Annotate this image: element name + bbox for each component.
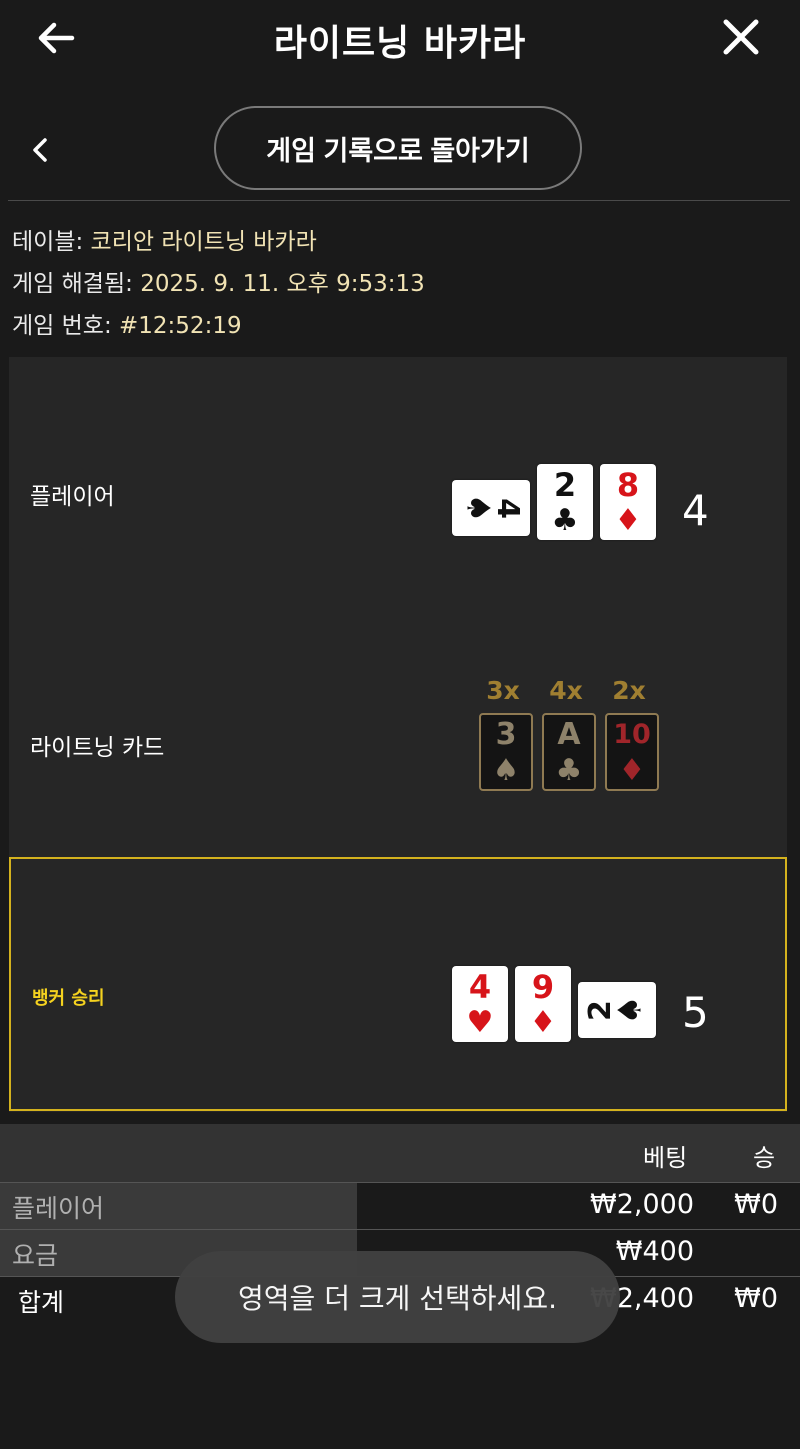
banker-score: 5 — [682, 988, 709, 1037]
banker-card-1: 4 ♥ — [452, 966, 508, 1042]
bet-table-header: 베팅 승 — [0, 1124, 800, 1182]
row-label: 요금 — [12, 1241, 59, 1270]
row-bet: ₩2,000 — [590, 1189, 694, 1220]
toast-message: 영역을 더 크게 선택하세요. — [175, 1251, 620, 1343]
column-bet: 베팅 — [643, 1144, 688, 1172]
multiplier-badge: 3x — [486, 676, 520, 705]
row-label: 합계 — [18, 1288, 65, 1317]
resolved-info-label: 게임 해결됨: — [12, 271, 133, 297]
player-label: 플레이어 — [30, 484, 115, 510]
club-icon: ♣ — [551, 503, 579, 538]
lightning-card-3: 10 ♦ — [605, 713, 659, 791]
back-to-history-button[interactable]: 게임 기록으로 돌아가기 — [214, 106, 582, 190]
card-rank: 10 — [613, 719, 651, 750]
table-info: 테이블: 코리안 라이트닝 바카라 — [12, 222, 317, 256]
card-rank: 9 — [531, 968, 555, 1006]
banker-highlight — [9, 857, 787, 1111]
row-win: ₩0 — [734, 1189, 778, 1220]
card-rank: 4 — [468, 968, 492, 1006]
game-number-info: 게임 번호: #12:52:19 — [12, 306, 242, 340]
player-card-3: 8 ♦ — [600, 464, 656, 540]
table-info-value: 코리안 라이트닝 바카라 — [90, 229, 317, 255]
resolved-info: 게임 해결됨: 2025. 9. 11. 오후 9:53:13 — [12, 264, 425, 298]
page-title: 라이트닝 바카라 — [273, 23, 527, 64]
row-win: ₩0 — [734, 1283, 778, 1314]
resolved-info-value: 2025. 9. 11. 오후 9:53:13 — [140, 271, 425, 297]
column-win: 승 — [753, 1144, 776, 1172]
player-card-1: ♠ 4 — [452, 480, 530, 536]
history-nav: 게임 기록으로 돌아가기 — [0, 100, 800, 200]
row-bet: ₩400 — [615, 1236, 694, 1267]
spade-icon: ♠ — [610, 995, 649, 1025]
spade-icon: ♠ — [492, 753, 520, 788]
player-score: 4 — [682, 486, 709, 535]
lightning-card-2: A ♣ — [542, 713, 596, 791]
diamond-icon: ♦ — [614, 503, 642, 538]
close-icon[interactable] — [722, 18, 760, 56]
card-rank: 4 — [489, 497, 525, 519]
lightning-card-1: 3 ♠ — [479, 713, 533, 791]
heart-icon: ♥ — [466, 1005, 494, 1040]
chevron-left-icon[interactable] — [28, 136, 52, 164]
multiplier-badge: 2x — [612, 676, 646, 705]
row-label: 플레이어 — [12, 1194, 105, 1223]
game-number-label: 게임 번호: — [12, 313, 112, 339]
banker-win-label: 뱅커 승리 — [32, 988, 105, 1009]
card-rank: A — [557, 717, 581, 752]
multiplier-badge: 4x — [549, 676, 583, 705]
card-rank: 8 — [616, 466, 640, 504]
diamond-icon: ♦ — [529, 1005, 557, 1040]
banker-card-3: 2 ♠ — [578, 982, 656, 1038]
divider — [8, 200, 790, 201]
lightning-label: 라이트닝 카드 — [30, 735, 165, 761]
club-icon: ♣ — [555, 753, 583, 788]
card-rank: 3 — [495, 717, 517, 752]
diamond-icon: ♦ — [618, 753, 646, 788]
card-rank: 2 — [553, 466, 577, 504]
game-number-value: #12:52:19 — [119, 313, 242, 339]
table-row: 플레이어 ₩2,000 ₩0 — [0, 1182, 800, 1228]
player-card-2: 2 ♣ — [537, 464, 593, 540]
app-header: 라이트닝 바카라 — [0, 0, 800, 80]
banker-card-2: 9 ♦ — [515, 966, 571, 1042]
table-info-label: 테이블: — [12, 229, 84, 255]
